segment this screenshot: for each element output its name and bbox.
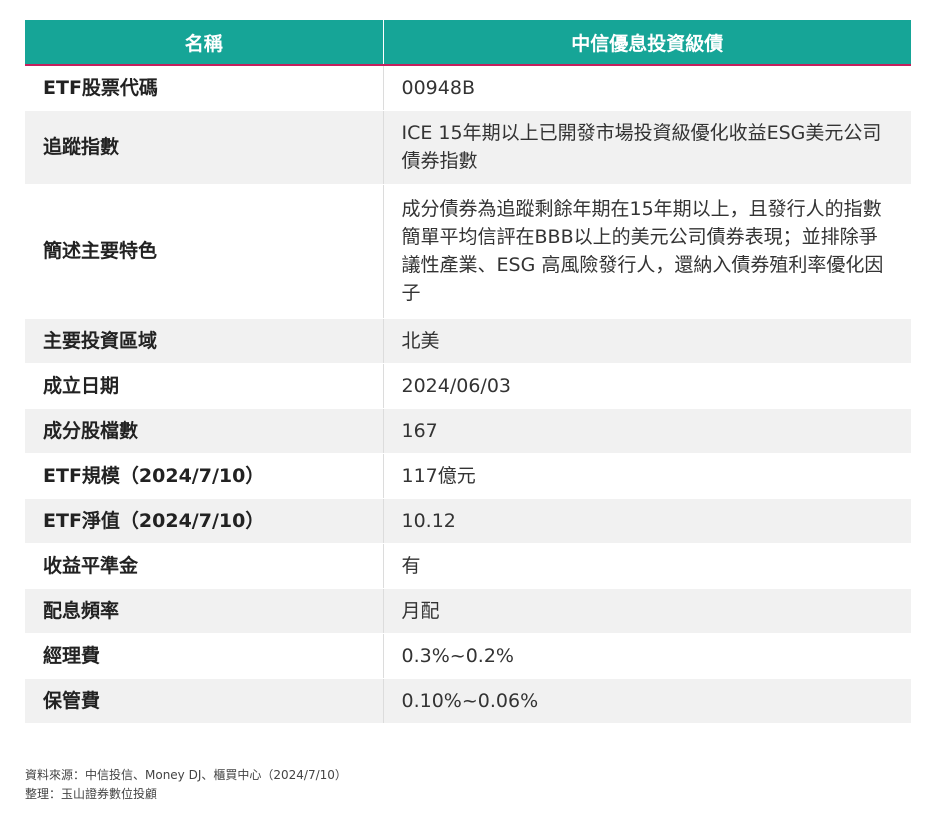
header-name: 名稱 [25,20,384,66]
row-value: 北美 [383,318,911,364]
row-label: 配息頻率 [25,588,384,634]
row-label: 收益平準金 [25,543,384,589]
row-label: 成立日期 [25,363,384,409]
table-body: ETF股票代碼 00948B 追蹤指數 ICE 15年期以上已開發市場投資級優化… [25,65,911,724]
table-header: 名稱 中信優息投資級債 [25,20,911,66]
row-label: 主要投資區域 [25,318,384,364]
header-fund-name: 中信優息投資級債 [383,20,911,66]
table-row: ETF規模（2024/7/10） 117億元 [25,453,911,499]
row-value: 成分債券為追蹤剩餘年期在15年期以上，且發行人的指數簡單平均信評在BBB以上的美… [383,184,911,319]
row-value: 2024/06/03 [383,363,911,409]
table-row: ETF淨值（2024/7/10） 10.12 [25,498,911,544]
row-label: 經理費 [25,633,384,679]
row-value: ICE 15年期以上已開發市場投資級優化收益ESG美元公司債券指數 [383,110,911,185]
row-value: 00948B [383,65,911,111]
row-label: ETF股票代碼 [25,65,384,111]
source-note: 資料來源：中信投信、Money DJ、櫃買中心（2024/7/10） [25,768,347,782]
table-row: 收益平準金 有 [25,543,911,589]
table-row: 主要投資區域 北美 [25,318,911,364]
table-row: 保管費 0.10%~0.06% [25,678,911,724]
row-label: 成分股檔數 [25,408,384,454]
etf-info-table-container: 名稱 中信優息投資級債 ETF股票代碼 00948B 追蹤指數 ICE 15年期… [25,20,911,724]
row-label: ETF規模（2024/7/10） [25,453,384,499]
table-row: 簡述主要特色 成分債券為追蹤剩餘年期在15年期以上，且發行人的指數簡單平均信評在… [25,184,911,319]
table-row: 成立日期 2024/06/03 [25,363,911,409]
table-row: ETF股票代碼 00948B [25,65,911,111]
table-row: 配息頻率 月配 [25,588,911,634]
row-value: 月配 [383,588,911,634]
footer-notes: 資料來源：中信投信、Money DJ、櫃買中心（2024/7/10） 整理：玉山… [25,766,347,804]
table-row: 成分股檔數 167 [25,408,911,454]
row-label: 追蹤指數 [25,110,384,185]
row-value: 0.10%~0.06% [383,678,911,724]
row-value: 0.3%~0.2% [383,633,911,679]
row-label: 簡述主要特色 [25,184,384,319]
etf-info-table: 名稱 中信優息投資級債 ETF股票代碼 00948B 追蹤指數 ICE 15年期… [25,20,911,724]
row-label: 保管費 [25,678,384,724]
row-value: 167 [383,408,911,454]
row-value: 10.12 [383,498,911,544]
row-value: 有 [383,543,911,589]
table-row: 經理費 0.3%~0.2% [25,633,911,679]
table-row: 追蹤指數 ICE 15年期以上已開發市場投資級優化收益ESG美元公司債券指數 [25,110,911,185]
row-value: 117億元 [383,453,911,499]
row-label: ETF淨值（2024/7/10） [25,498,384,544]
compiled-by-note: 整理：玉山證券數位投顧 [25,787,158,801]
